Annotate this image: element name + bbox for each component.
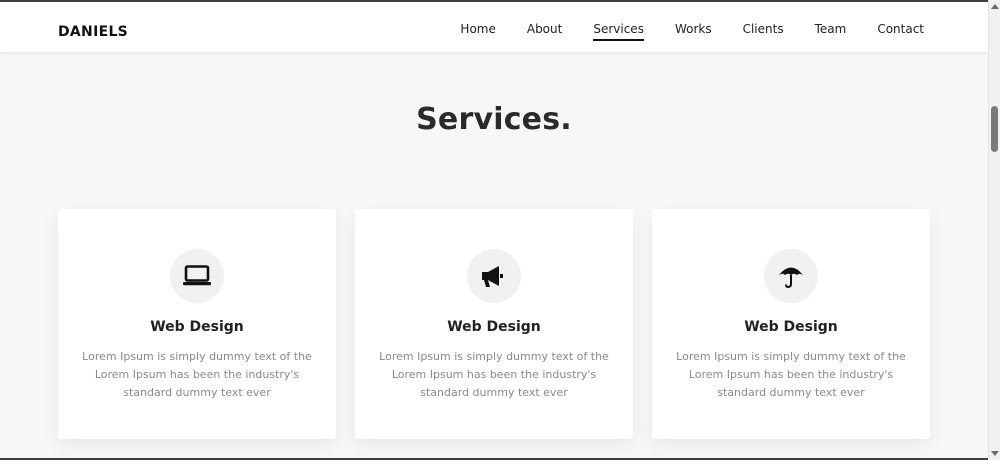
nav-link-works[interactable]: Works [675,22,712,40]
scroll-thumb[interactable] [991,106,998,152]
card-text: Lorem Ipsum is simply dummy text of the … [676,350,906,399]
nav-link-clients[interactable]: Clients [743,22,784,40]
service-card: Web Design Lorem Ipsum is simply dummy t… [652,209,930,439]
page-viewport: DANIELS Home About Services Works Client… [0,2,988,458]
service-cards: Web Design Lorem Ipsum is simply dummy t… [58,209,930,439]
section-title: Services. [416,102,572,137]
page-scrollbar[interactable] [988,0,1000,460]
megaphone-icon [467,249,521,303]
service-card: Web Design Lorem Ipsum is simply dummy t… [355,209,633,439]
card-text: Lorem Ipsum is simply dummy text of the … [82,350,312,399]
card-title: Web Design [744,319,838,335]
nav-link-contact[interactable]: Contact [877,22,924,40]
umbrella-icon [764,249,818,303]
nav-link-home[interactable]: Home [460,22,495,40]
card-text: Lorem Ipsum is simply dummy text of the … [379,350,609,399]
card-title: Web Design [150,319,244,335]
laptop-icon [170,249,224,303]
nav-link-team[interactable]: Team [815,22,847,40]
nav-link-about[interactable]: About [527,22,562,40]
scroll-down-icon[interactable] [991,451,999,456]
main-nav: Home About Services Works Clients Team C… [429,22,924,41]
brand-logo[interactable]: DANIELS [58,24,128,40]
scroll-up-icon[interactable] [991,4,999,9]
service-card: Web Design Lorem Ipsum is simply dummy t… [58,209,336,439]
card-title: Web Design [447,319,541,335]
nav-link-services[interactable]: Services [593,22,644,41]
navbar: DANIELS Home About Services Works Client… [0,2,988,52]
